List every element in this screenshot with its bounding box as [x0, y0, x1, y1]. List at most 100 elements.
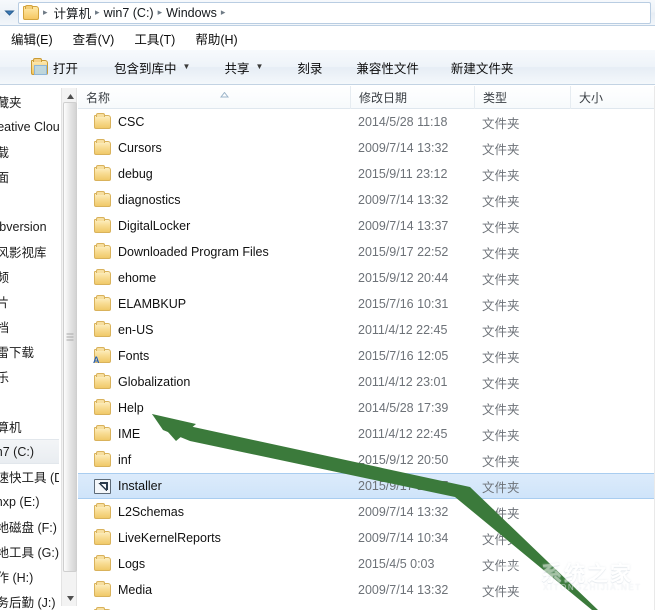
nav-item-6[interactable]: 暴风影视库 — [0, 239, 59, 264]
folder-icon — [94, 581, 111, 597]
table-row[interactable]: Fonts 2015/7/16 12:05 文件夹 — [78, 343, 655, 369]
table-row[interactable]: Microsoft.NET2015/9/13 12:49文件夹 — [78, 603, 655, 610]
file-date-cell: 2009/7/14 13:32 — [358, 141, 449, 155]
nav-item-15[interactable]: 极速快工具 (D:) — [0, 464, 59, 489]
file-type-cell: 文件夹 — [482, 584, 520, 599]
nav-item-0[interactable]: 收藏夹 — [0, 89, 59, 114]
breadcrumb-item-windows[interactable]: Windows — [163, 6, 220, 20]
column-header-type[interactable]: 类型 — [474, 86, 570, 109]
breadcrumb-item-computer[interactable]: 计算机 — [49, 3, 95, 22]
scrollbar-thumb[interactable] — [63, 102, 77, 572]
navigation-scrollbar[interactable] — [61, 88, 77, 606]
menu-view[interactable]: 查看(V) — [64, 27, 124, 50]
file-name-label: L2Schemas — [118, 505, 185, 519]
table-row[interactable]: Media 2009/7/14 13:32 文件夹 — [78, 577, 655, 603]
nav-item-3[interactable]: 桌面 — [0, 164, 59, 189]
new-folder-label: 新建文件夹 — [450, 61, 514, 76]
file-name-label: diagnostics — [118, 193, 181, 207]
nav-item-11[interactable]: 音乐 — [0, 364, 59, 389]
menu-help[interactable]: 帮助(H) — [186, 27, 246, 50]
file-date-cell: 2014/5/28 17:39 — [358, 401, 449, 415]
file-name-cell: diagnostics — [78, 191, 350, 207]
nav-item-label: 收藏夹 — [0, 96, 22, 110]
nav-item-13[interactable]: 计算机 — [0, 414, 59, 439]
nav-item-label: Creative Cloud Files — [0, 119, 59, 134]
file-date-cell: 2015/9/17 22:52 — [358, 245, 449, 259]
folder-icon — [94, 217, 111, 233]
folder-icon — [94, 321, 111, 337]
folder-icon — [94, 243, 111, 259]
open-button[interactable]: 打开 — [22, 54, 87, 80]
nav-item-19[interactable]: 工作 (H:) — [0, 564, 59, 589]
command-toolbar: 打开 包含到库中 ▼ 共享 ▼ 刻录 兼容性文件 新建文件夹 — [0, 50, 655, 85]
table-row[interactable]: diagnostics 2009/7/14 13:32 文件夹 — [78, 187, 655, 213]
nav-item-18[interactable]: 本地工具 (G:) — [0, 539, 59, 564]
navigation-pane[interactable]: 收藏夹 Creative Cloud Files 下载桌面 Subversion 暴风影… — [0, 86, 59, 610]
breadcrumb-separator-3: ▸ — [220, 7, 226, 17]
file-name-cell: Logs — [78, 555, 350, 571]
table-row[interactable]: CSC 2014/5/28 11:18 文件夹 — [78, 109, 655, 135]
nav-item-10[interactable]: 迅雷下载 — [0, 339, 59, 364]
new-folder-button[interactable]: 新建文件夹 — [442, 54, 523, 80]
open-folder-icon — [31, 57, 48, 75]
nav-item-2[interactable]: 下载 — [0, 139, 59, 164]
table-row[interactable]: Globalization 2011/4/12 23:01 文件夹 — [78, 369, 655, 395]
file-name-label: LiveKernelReports — [118, 531, 221, 545]
chevron-down-icon[interactable] — [0, 0, 18, 26]
file-name-cell: LiveKernelReports — [78, 529, 350, 545]
table-row[interactable]: ehome 2015/9/12 20:44 文件夹 — [78, 265, 655, 291]
share-button[interactable]: 共享 ▼ — [215, 54, 272, 80]
file-name-label: Media — [118, 583, 153, 597]
table-row[interactable]: ELAMBKUP 2015/7/16 10:31 文件夹 — [78, 291, 655, 317]
nav-item-label: 工作 (H:) — [0, 571, 34, 585]
nav-item-1[interactable]: Creative Cloud Files — [0, 114, 59, 139]
table-row[interactable]: Downloaded Program Files 2015/9/17 22:52 文… — [78, 239, 655, 265]
nav-item-16[interactable]: winxp (E:) — [0, 489, 59, 514]
file-date-cell: 2015/7/16 10:31 — [358, 297, 449, 311]
file-type-cell: 文件夹 — [482, 298, 520, 313]
nav-item-9[interactable]: 文档 — [0, 314, 59, 339]
scroll-down-arrow-icon[interactable] — [62, 590, 78, 606]
table-row[interactable]: L2Schemas 2009/7/14 13:32 文件夹 — [78, 499, 655, 525]
folder-icon — [94, 295, 111, 311]
table-row[interactable]: en-US 2011/4/12 22:45 文件夹 — [78, 317, 655, 343]
menu-tools[interactable]: 工具(T) — [125, 27, 184, 50]
column-header-size[interactable]: 大小 — [570, 86, 655, 109]
table-row[interactable]: IME 2011/4/12 22:45 文件夹 — [78, 421, 655, 447]
nav-item-label: 视频 — [0, 271, 10, 285]
file-name-label: Fonts — [118, 349, 150, 363]
table-row[interactable]: Cursors 2009/7/14 13:32 文件夹 — [78, 135, 655, 161]
table-row[interactable]: DigitalLocker 2009/7/14 13:37 文件夹 — [78, 213, 655, 239]
nav-item-7[interactable]: 视频 — [0, 264, 59, 289]
breadcrumb[interactable]: ▸ 计算机 ▸ win7 (C:) ▸ Windows ▸ — [18, 1, 651, 24]
table-row[interactable]: debug 2015/9/11 23:12 文件夹 — [78, 161, 655, 187]
nav-item-14[interactable]: win7 (C:) — [0, 439, 59, 464]
include-in-library-button[interactable]: 包含到库中 ▼ — [105, 54, 199, 80]
nav-item-17[interactable]: 本地磁盘 (F:) — [0, 514, 59, 539]
file-date-cell: 2009/7/14 13:32 — [358, 505, 449, 519]
nav-item-8[interactable]: 图片 — [0, 289, 59, 314]
table-row[interactable]: Logs 2015/4/5 0:03 文件夹 — [78, 551, 655, 577]
burn-button[interactable]: 刻录 — [288, 54, 331, 80]
breadcrumb-item-win7-c[interactable]: win7 (C:) — [101, 6, 157, 20]
file-name-label: Globalization — [118, 375, 191, 389]
nav-item-label: 计算机 — [0, 421, 22, 435]
nav-item-20[interactable]: 财务后勤 (J:) — [0, 589, 59, 610]
table-row[interactable]: inf 2015/9/12 20:50 文件夹 — [78, 447, 655, 473]
compatibility-files-button[interactable]: 兼容性文件 — [347, 54, 428, 80]
table-row[interactable]: LiveKernelReports 2009/7/14 10:34 文件夹 — [78, 525, 655, 551]
file-name-label: inf — [118, 453, 132, 467]
menu-bar: 编辑(E) 查看(V) 工具(T) 帮助(H) — [0, 27, 655, 50]
nav-item-5[interactable]: Subversion — [0, 214, 59, 239]
file-name-cell: Media — [78, 581, 350, 597]
file-date-cell: 2011/4/12 22:45 — [358, 427, 448, 441]
compatibility-files-label: 兼容性文件 — [356, 61, 419, 76]
table-row[interactable]: Help 2014/5/28 17:39 文件夹 — [78, 395, 655, 421]
column-header-date[interactable]: 修改日期 — [350, 86, 474, 109]
column-header-name[interactable]: 名称 — [78, 86, 350, 109]
column-header-type-label: 类型 — [483, 90, 508, 105]
menu-edit[interactable]: 编辑(E) — [2, 27, 62, 50]
file-list-pane[interactable]: 名称 修改日期 类型 大小 CSC 2014/5/28 11:18 文件夹 Curso… — [78, 86, 655, 610]
table-row[interactable]: Installer 2015/9/17 23:27 文件夹 — [78, 473, 655, 499]
folder-icon — [94, 269, 111, 285]
